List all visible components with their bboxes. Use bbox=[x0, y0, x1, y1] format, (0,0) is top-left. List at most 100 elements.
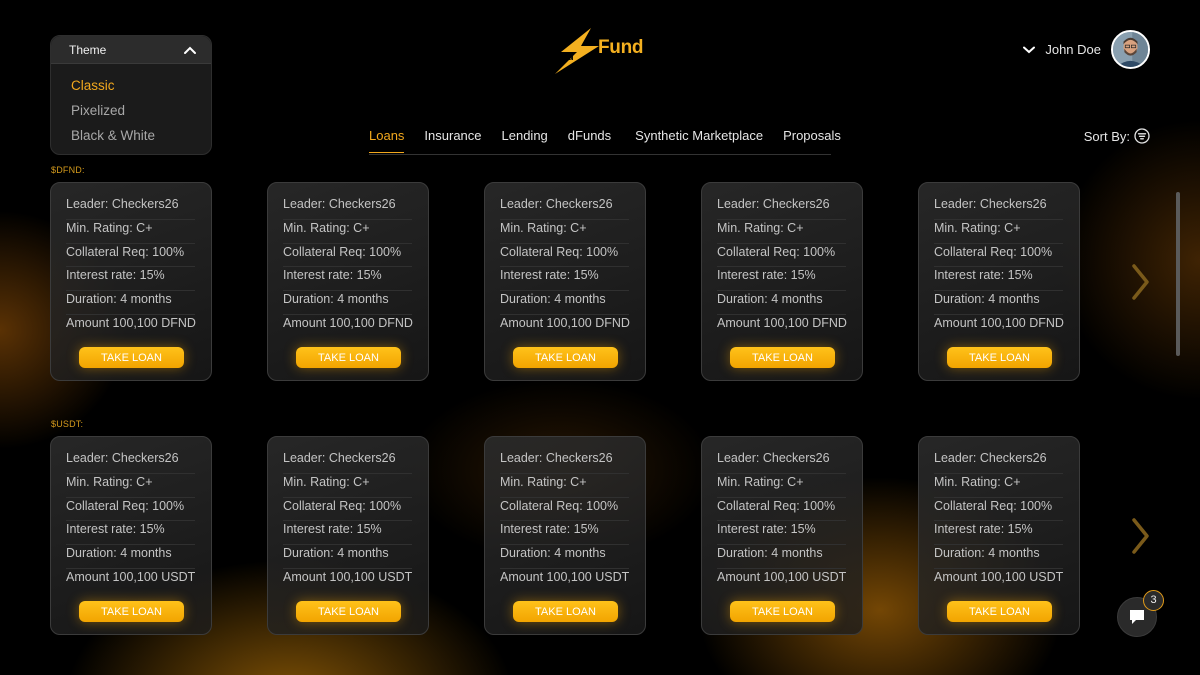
card-rating: Min. Rating: C+ bbox=[500, 220, 629, 244]
theme-dropdown-toggle[interactable]: Theme bbox=[51, 36, 211, 64]
card-rating: Min. Rating: C+ bbox=[934, 474, 1063, 498]
card-interest: Interest rate: 15% bbox=[934, 521, 1063, 546]
card-duration: Duration: 4 months bbox=[66, 545, 195, 569]
card-amount: Amount 100,100 USDT bbox=[500, 569, 630, 584]
card-leader: Leader: Checkers26 bbox=[66, 196, 195, 220]
card-interest: Interest rate: 15% bbox=[717, 521, 846, 546]
card-collateral: Collateral Req: 100% bbox=[717, 244, 846, 268]
card-duration: Duration: 4 months bbox=[283, 545, 412, 569]
logo-text: Fund bbox=[598, 37, 644, 58]
chat-bubble-icon bbox=[1130, 610, 1144, 624]
card-duration: Duration: 4 months bbox=[500, 291, 629, 315]
card-leader: Leader: Checkers26 bbox=[717, 196, 846, 220]
loan-card: Leader: Checkers26 Min. Rating: C+ Colla… bbox=[484, 182, 646, 381]
card-leader: Leader: Checkers26 bbox=[717, 450, 846, 474]
card-amount: Amount 100,100 USDT bbox=[934, 569, 1064, 584]
filter-icon bbox=[1134, 128, 1150, 144]
avatar[interactable] bbox=[1111, 30, 1150, 69]
take-loan-button[interactable]: TAKE LOAN bbox=[296, 347, 401, 368]
logo-prefix: d bbox=[567, 51, 574, 63]
card-leader: Leader: Checkers26 bbox=[283, 450, 412, 474]
card-rating: Min. Rating: C+ bbox=[283, 474, 412, 498]
card-collateral: Collateral Req: 100% bbox=[500, 498, 629, 522]
card-amount: Amount 100,100 DFND bbox=[283, 315, 413, 330]
card-duration: Duration: 4 months bbox=[283, 291, 412, 315]
avatar-portrait bbox=[1113, 32, 1148, 67]
card-collateral: Collateral Req: 100% bbox=[66, 244, 195, 268]
card-interest: Interest rate: 15% bbox=[283, 521, 412, 546]
card-amount: Amount 100,100 USDT bbox=[717, 569, 847, 584]
card-leader: Leader: Checkers26 bbox=[283, 196, 412, 220]
card-collateral: Collateral Req: 100% bbox=[934, 244, 1063, 268]
card-rating: Min. Rating: C+ bbox=[934, 220, 1063, 244]
card-rating: Min. Rating: C+ bbox=[717, 220, 846, 244]
user-name: John Doe bbox=[1045, 42, 1101, 57]
section-label-dfnd: $DFND: bbox=[51, 165, 85, 175]
card-collateral: Collateral Req: 100% bbox=[283, 498, 412, 522]
card-collateral: Collateral Req: 100% bbox=[934, 498, 1063, 522]
take-loan-button[interactable]: TAKE LOAN bbox=[730, 601, 835, 622]
nav-tabs: Loans Insurance Lending dFunds Synthetic… bbox=[369, 128, 861, 153]
card-interest: Interest rate: 15% bbox=[500, 521, 629, 546]
loan-card: Leader: Checkers26 Min. Rating: C+ Colla… bbox=[701, 182, 863, 381]
card-duration: Duration: 4 months bbox=[500, 545, 629, 569]
take-loan-button[interactable]: TAKE LOAN bbox=[513, 347, 618, 368]
card-duration: Duration: 4 months bbox=[66, 291, 195, 315]
tab-synthetic-marketplace[interactable]: Synthetic Marketplace bbox=[635, 128, 763, 153]
theme-options: Classic Pixelized Black & White bbox=[51, 64, 211, 151]
theme-option-pixelized[interactable]: Pixelized bbox=[71, 101, 211, 126]
next-arrow-icon[interactable] bbox=[1129, 262, 1151, 302]
theme-option-black-white[interactable]: Black & White bbox=[71, 126, 211, 151]
user-menu[interactable]: John Doe bbox=[1023, 30, 1150, 69]
card-amount: Amount 100,100 DFND bbox=[717, 315, 847, 330]
next-arrow-icon[interactable] bbox=[1129, 516, 1151, 556]
card-amount: Amount 100,100 DFND bbox=[66, 315, 196, 330]
theme-dropdown: Theme Classic Pixelized Black & White bbox=[50, 35, 212, 155]
card-duration: Duration: 4 months bbox=[934, 291, 1063, 315]
card-leader: Leader: Checkers26 bbox=[500, 196, 629, 220]
card-rating: Min. Rating: C+ bbox=[283, 220, 412, 244]
loan-card: Leader: Checkers26 Min. Rating: C+ Colla… bbox=[267, 436, 429, 635]
card-amount: Amount 100,100 DFND bbox=[934, 315, 1064, 330]
card-collateral: Collateral Req: 100% bbox=[500, 244, 629, 268]
tab-lending[interactable]: Lending bbox=[502, 128, 548, 153]
tab-proposals[interactable]: Proposals bbox=[783, 128, 841, 153]
card-leader: Leader: Checkers26 bbox=[934, 196, 1063, 220]
take-loan-button[interactable]: TAKE LOAN bbox=[730, 347, 835, 368]
card-amount: Amount 100,100 USDT bbox=[283, 569, 413, 584]
dfund-logo[interactable]: d Fund bbox=[553, 28, 653, 74]
card-interest: Interest rate: 15% bbox=[717, 267, 846, 292]
card-leader: Leader: Checkers26 bbox=[66, 450, 195, 474]
card-leader: Leader: Checkers26 bbox=[500, 450, 629, 474]
card-collateral: Collateral Req: 100% bbox=[66, 498, 195, 522]
loan-card: Leader: Checkers26 Min. Rating: C+ Colla… bbox=[918, 436, 1080, 635]
card-duration: Duration: 4 months bbox=[934, 545, 1063, 569]
chevron-up-icon bbox=[184, 46, 196, 54]
take-loan-button[interactable]: TAKE LOAN bbox=[79, 347, 184, 368]
loan-card: Leader: Checkers26 Min. Rating: C+ Colla… bbox=[484, 436, 646, 635]
theme-dropdown-label: Theme bbox=[69, 42, 107, 57]
card-interest: Interest rate: 15% bbox=[66, 267, 195, 292]
card-amount: Amount 100,100 USDT bbox=[66, 569, 196, 584]
chevron-down-icon bbox=[1023, 46, 1036, 53]
card-leader: Leader: Checkers26 bbox=[934, 450, 1063, 474]
take-loan-button[interactable]: TAKE LOAN bbox=[513, 601, 618, 622]
card-interest: Interest rate: 15% bbox=[283, 267, 412, 292]
loan-card: Leader: Checkers26 Min. Rating: C+ Colla… bbox=[267, 182, 429, 381]
tab-dfunds[interactable]: dFunds bbox=[568, 128, 611, 153]
card-collateral: Collateral Req: 100% bbox=[717, 498, 846, 522]
scrollbar[interactable] bbox=[1176, 192, 1180, 356]
card-amount: Amount 100,100 DFND bbox=[500, 315, 630, 330]
tab-insurance[interactable]: Insurance bbox=[424, 128, 481, 153]
take-loan-button[interactable]: TAKE LOAN bbox=[947, 601, 1052, 622]
theme-option-classic[interactable]: Classic bbox=[71, 76, 211, 101]
take-loan-button[interactable]: TAKE LOAN bbox=[947, 347, 1052, 368]
loan-card: Leader: Checkers26 Min. Rating: C+ Colla… bbox=[701, 436, 863, 635]
take-loan-button[interactable]: TAKE LOAN bbox=[79, 601, 184, 622]
card-interest: Interest rate: 15% bbox=[500, 267, 629, 292]
card-collateral: Collateral Req: 100% bbox=[283, 244, 412, 268]
tab-loans[interactable]: Loans bbox=[369, 128, 405, 153]
card-rating: Min. Rating: C+ bbox=[66, 220, 195, 244]
sort-by-button[interactable]: Sort By: bbox=[1084, 128, 1150, 144]
take-loan-button[interactable]: TAKE LOAN bbox=[296, 601, 401, 622]
